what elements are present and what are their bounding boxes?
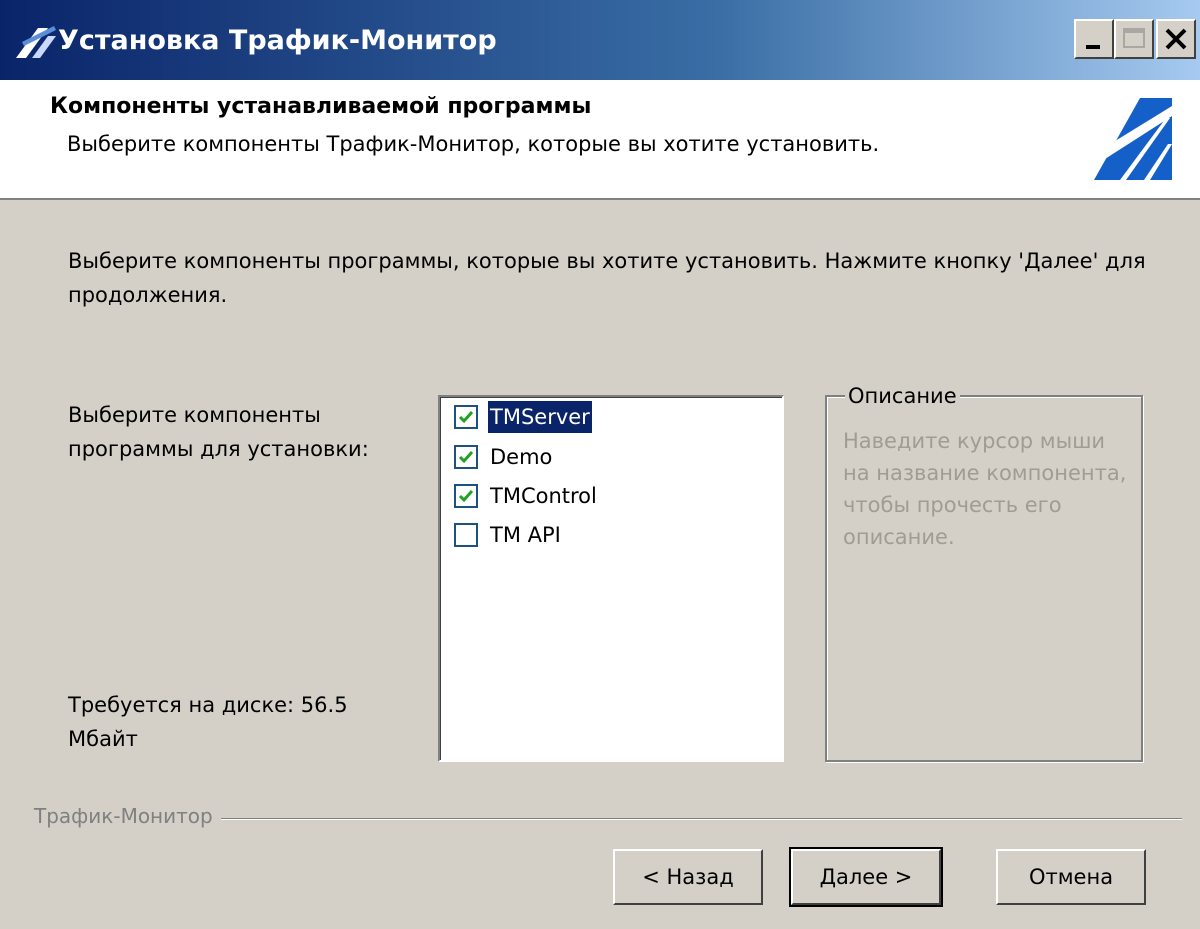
description-group: Описание Наведите курсор мыши на названи… bbox=[825, 383, 1143, 762]
checkbox-demo[interactable] bbox=[454, 445, 478, 469]
page-subtitle: Выберите компоненты Трафик-Монитор, кото… bbox=[67, 132, 880, 156]
maximize-button[interactable] bbox=[1114, 19, 1154, 59]
disk-space-label: Требуется на диске: 56.5 Мбайт bbox=[68, 693, 348, 751]
minimize-button[interactable] bbox=[1074, 19, 1114, 59]
back-button[interactable]: < Назад bbox=[613, 849, 763, 905]
check-icon bbox=[458, 490, 474, 503]
check-icon bbox=[458, 411, 474, 424]
component-label-tmcontrol: TMControl bbox=[490, 484, 597, 508]
title-bar[interactable]: Установка Трафик-Монитор bbox=[0, 0, 1200, 80]
wizard-header: Компоненты устанавливаемой программы Выб… bbox=[0, 80, 1200, 200]
maximize-icon bbox=[1123, 28, 1145, 48]
description-text: Наведите курсор мыши на название компоне… bbox=[843, 429, 1127, 549]
component-label-tmserver: TMServer bbox=[487, 400, 593, 434]
next-button[interactable]: Далее > bbox=[789, 847, 943, 907]
checkbox-tmcontrol[interactable] bbox=[454, 484, 478, 508]
component-label-tm-api: TM API bbox=[490, 523, 561, 547]
minimize-icon bbox=[1086, 45, 1100, 49]
components-list[interactable]: TMServer Demo TMControl TM API bbox=[438, 395, 784, 762]
close-button[interactable] bbox=[1156, 19, 1196, 59]
select-components-label: Выберите компоненты программы для устано… bbox=[68, 403, 369, 461]
close-icon bbox=[1165, 28, 1187, 50]
checkbox-tm-api[interactable] bbox=[454, 523, 478, 547]
component-label-demo: Demo bbox=[490, 445, 553, 469]
brand-label: Трафик-Монитор bbox=[34, 804, 221, 828]
window-title: Установка Трафик-Монитор bbox=[58, 25, 497, 56]
next-button-label: Далее > bbox=[819, 865, 913, 889]
product-logo-icon bbox=[1094, 98, 1172, 180]
intro-text: Выберите компоненты программы, которые в… bbox=[68, 249, 1146, 307]
description-legend: Описание bbox=[845, 383, 960, 409]
cancel-button-label: Отмена bbox=[1028, 865, 1114, 889]
page-title: Компоненты устанавливаемой программы bbox=[50, 94, 592, 119]
back-button-label: < Назад bbox=[642, 865, 734, 889]
cancel-button[interactable]: Отмена bbox=[996, 849, 1146, 905]
check-icon bbox=[458, 451, 474, 464]
app-logo-icon bbox=[16, 26, 56, 58]
checkbox-tmserver[interactable] bbox=[454, 405, 478, 429]
